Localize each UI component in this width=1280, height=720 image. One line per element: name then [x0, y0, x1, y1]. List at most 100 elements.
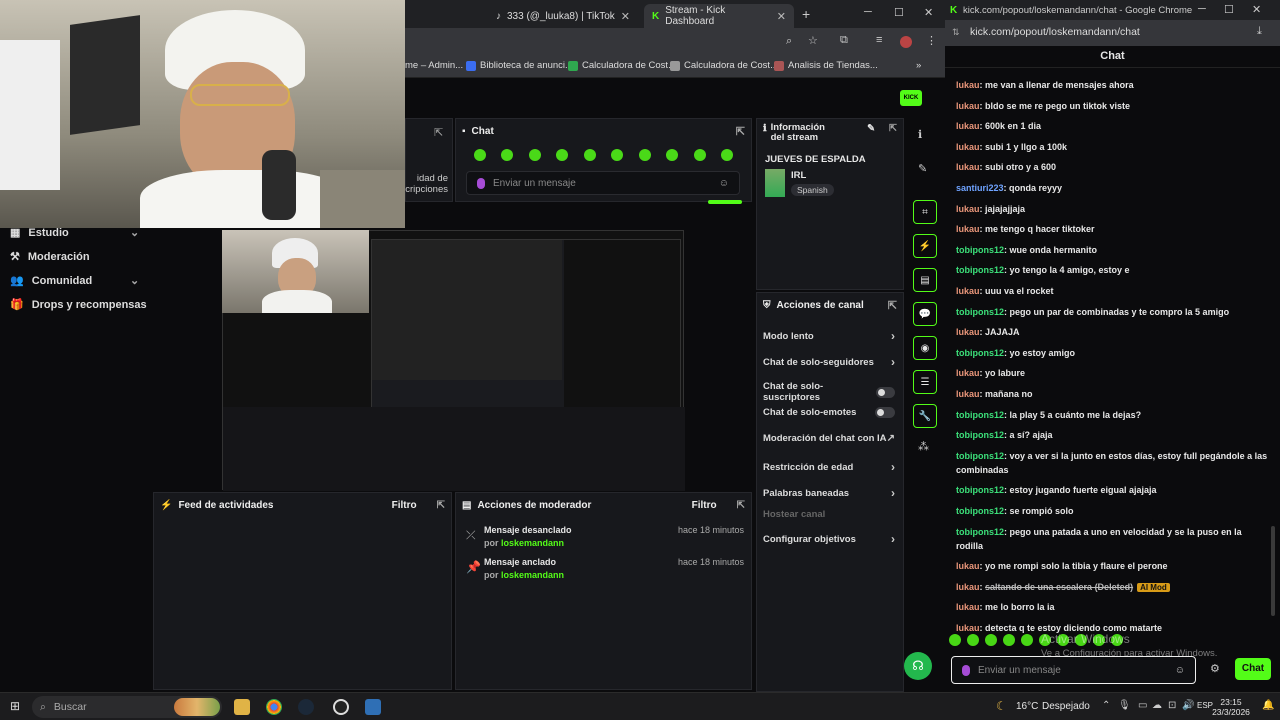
emote-icon[interactable]	[473, 149, 486, 161]
emote-icon[interactable]	[528, 149, 541, 161]
emote-icon[interactable]	[556, 149, 569, 161]
chat-username[interactable]: santiuri223	[956, 183, 1004, 193]
bookmark-item[interactable]: Analisis de Tiendas...	[774, 60, 878, 71]
nav-drops[interactable]: 🎁 Drops y recompensas	[10, 298, 147, 312]
emote-icon[interactable]	[967, 634, 979, 646]
popout-icon[interactable]: ⇱	[889, 123, 897, 134]
chat-username[interactable]: lukau	[956, 101, 980, 111]
minimize-icon[interactable]: ─	[1198, 3, 1206, 15]
browser-tab-kick[interactable]: K Stream - Kick Dashboard ✕	[644, 4, 794, 28]
emote-icon[interactable]	[1021, 634, 1033, 646]
maximize-icon[interactable]: ☐	[894, 6, 904, 19]
chat-bubble-icon[interactable]: 💬	[913, 302, 937, 326]
chat-username[interactable]: lukau	[956, 80, 980, 90]
gear-icon[interactable]: ⚙	[1210, 662, 1220, 675]
chat-username[interactable]: lukau	[956, 327, 980, 337]
more-bookmarks-icon[interactable]: »	[916, 60, 921, 71]
popout-icon[interactable]: ⇱	[888, 299, 897, 312]
emote-icon[interactable]	[1003, 634, 1015, 646]
chat-username[interactable]: lukau	[956, 602, 980, 612]
chat-username[interactable]: tobipons12	[956, 506, 1004, 516]
stack-icon[interactable]: ☰	[913, 370, 937, 394]
profile-avatar[interactable]	[900, 36, 912, 48]
maximize-icon[interactable]: ☐	[1224, 3, 1234, 16]
chat-scrollbar[interactable]	[1271, 526, 1275, 616]
clock[interactable]: 23:15 23/3/2026	[1210, 697, 1252, 717]
chat-username[interactable]: lukau	[956, 142, 980, 152]
bookmark-item[interactable]: Calculadora de Cost...	[670, 60, 778, 71]
chat-username[interactable]: lukau	[956, 389, 980, 399]
popout-icon[interactable]: ⇱	[437, 500, 445, 511]
chat-username[interactable]: tobipons12	[956, 265, 1004, 275]
close-tab-icon[interactable]: ✕	[621, 10, 630, 23]
emotes-only-toggle[interactable]	[875, 407, 895, 418]
emote-icon[interactable]	[638, 149, 651, 161]
bookmark-item[interactable]: Calculadora de Cost...	[568, 60, 676, 71]
broadcast-icon[interactable]: ◉	[913, 336, 937, 360]
chat-username[interactable]: tobipons12	[956, 451, 1004, 461]
clip-icon[interactable]: ⌗	[913, 200, 937, 224]
calculator-icon[interactable]	[365, 699, 381, 715]
new-tab-icon[interactable]: +	[802, 6, 810, 22]
notification-icon[interactable]: 🔔	[1262, 700, 1274, 711]
media-icon[interactable]: ≡	[876, 34, 882, 46]
display-tray-icon[interactable]: ▭	[1138, 700, 1147, 711]
emote-icon[interactable]	[721, 149, 734, 161]
info-icon[interactable]: ℹ	[918, 128, 922, 141]
emote-icon[interactable]	[611, 149, 624, 161]
extensions-icon[interactable]: ⧉	[840, 34, 848, 47]
mic-tray-icon[interactable]: 🎙	[1118, 700, 1131, 711]
chat-username[interactable]: lukau	[956, 224, 980, 234]
chat-username[interactable]: tobipons12	[956, 430, 1004, 440]
send-chat-button[interactable]: Chat	[1235, 658, 1271, 680]
popout-message-input[interactable]: Enviar un mensaje ☺	[951, 656, 1196, 684]
chat-message-input[interactable]: Enviar un mensaje ☺	[466, 171, 740, 195]
chat-username[interactable]: tobipons12	[956, 410, 1004, 420]
action-followers-only[interactable]: Chat de solo-seguidores ›	[763, 355, 895, 369]
document-icon[interactable]: ▤	[913, 268, 937, 292]
action-configure-goals[interactable]: Configurar objetivos ›	[763, 532, 895, 546]
obs-icon[interactable]	[333, 699, 349, 715]
chat-username[interactable]: lukau	[956, 582, 980, 592]
cloud-tray-icon[interactable]: ☁	[1152, 700, 1162, 711]
weather-temp[interactable]: 16°C	[1016, 701, 1038, 712]
download-icon[interactable]: ⤓	[1257, 25, 1262, 38]
url-text[interactable]: kick.com/popout/loskemandann/chat	[970, 26, 1140, 38]
chat-username[interactable]: tobipons12	[956, 527, 1004, 537]
zoom-icon[interactable]: ⌕	[786, 35, 792, 48]
send-button-edge[interactable]	[708, 200, 742, 204]
chat-username[interactable]: lukau	[956, 162, 980, 172]
minimize-icon[interactable]: ─	[864, 6, 872, 18]
file-explorer-icon[interactable]	[234, 699, 250, 715]
nav-comunidad[interactable]: 👥 Comunidad ⌄	[10, 274, 139, 288]
bookmark-item[interactable]: Biblioteca de anunci...	[466, 60, 573, 71]
support-icon[interactable]: ☊	[904, 652, 932, 680]
chat-username[interactable]: lukau	[956, 286, 980, 296]
emoji-icon[interactable]: ☺	[1175, 665, 1185, 676]
taskbar-search[interactable]: ⌕ Buscar	[32, 696, 222, 718]
emote-icon[interactable]	[985, 634, 997, 646]
pencil-icon[interactable]: ✎	[918, 162, 927, 175]
filter-button[interactable]: Filtro	[392, 500, 417, 511]
emote-icon[interactable]	[949, 634, 961, 646]
steam-icon[interactable]	[298, 699, 314, 715]
close-window-icon[interactable]: ✕	[924, 6, 933, 19]
popout-icon[interactable]: ⇱	[737, 500, 745, 511]
chat-username[interactable]: lukau	[956, 623, 980, 633]
chat-username[interactable]: tobipons12	[956, 245, 1004, 255]
subscribers-only-toggle[interactable]	[875, 386, 895, 398]
windows-start-icon[interactable]: ⊞	[10, 699, 20, 713]
users-icon[interactable]: ⁂	[918, 440, 929, 453]
chat-username[interactable]: tobipons12	[956, 348, 1004, 358]
chat-username[interactable]: lukau	[956, 561, 980, 571]
emote-icon[interactable]	[693, 149, 706, 161]
chat-username[interactable]: lukau	[956, 368, 980, 378]
action-slow-mode[interactable]: Modo lento ›	[763, 329, 895, 343]
action-ai-moderation[interactable]: Moderación del chat con IA ↗	[763, 433, 895, 444]
moderator-name[interactable]: loskemandann	[501, 538, 564, 548]
emoji-icon[interactable]: ☺	[719, 178, 729, 189]
chat-username[interactable]: lukau	[956, 204, 980, 214]
edit-icon[interactable]: ✎	[867, 123, 875, 134]
chat-username[interactable]: tobipons12	[956, 307, 1004, 317]
chat-username[interactable]: lukau	[956, 121, 980, 131]
